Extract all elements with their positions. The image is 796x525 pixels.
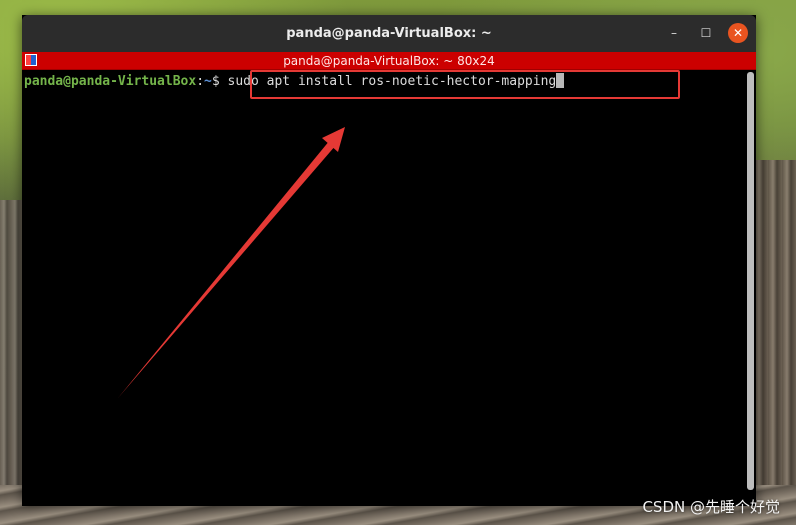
close-button[interactable]: ✕: [728, 23, 748, 43]
window-controls: – ☐ ✕: [664, 23, 748, 43]
wallpaper-bridge-rail-right: [754, 160, 796, 525]
maximize-button[interactable]: ☐: [696, 23, 716, 43]
terminal-app-icon: [25, 54, 37, 66]
terminal-window: panda@panda-VirtualBox: ~ – ☐ ✕ panda@pa…: [22, 15, 756, 506]
prompt-dollar: $: [211, 74, 228, 89]
prompt-user-host: panda@panda-VirtualBox: [24, 74, 197, 89]
command-highlight-box: [250, 70, 680, 99]
wallpaper-bridge-rail-left: [0, 200, 22, 525]
terminal-scrollbar[interactable]: [747, 72, 754, 490]
terminal-tab-bar[interactable]: panda@panda-VirtualBox: ~ 80x24: [22, 52, 756, 70]
minimize-button[interactable]: –: [664, 23, 684, 43]
terminal-output[interactable]: panda@panda-VirtualBox:~$ sudo apt insta…: [22, 70, 756, 506]
terminal-tab-title: panda@panda-VirtualBox: ~ 80x24: [283, 53, 495, 68]
window-title: panda@panda-VirtualBox: ~: [286, 26, 492, 41]
window-titlebar[interactable]: panda@panda-VirtualBox: ~ – ☐ ✕: [22, 15, 756, 52]
desktop-background: panda@panda-VirtualBox: ~ – ☐ ✕ panda@pa…: [0, 0, 796, 525]
prompt-separator: :: [196, 74, 205, 89]
csdn-watermark: CSDN @先睡个好觉: [642, 498, 780, 516]
prompt-path: ~: [204, 74, 212, 89]
